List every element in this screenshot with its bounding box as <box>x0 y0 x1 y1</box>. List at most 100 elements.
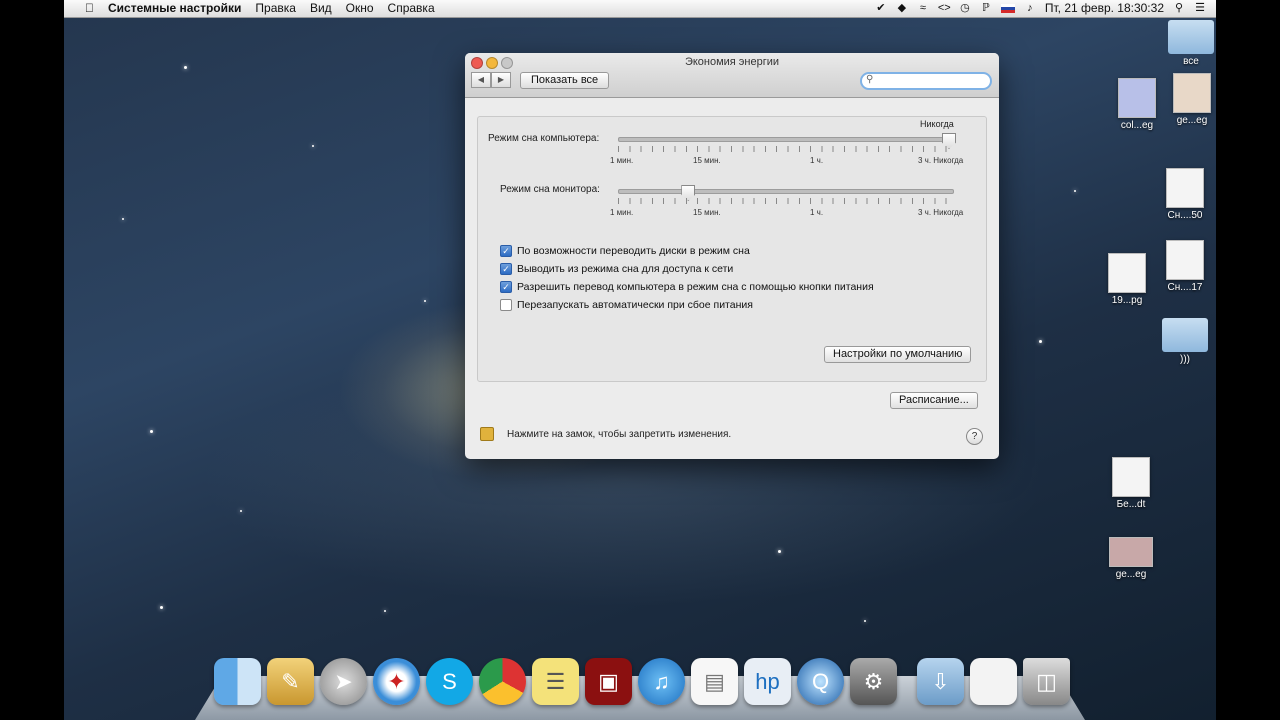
time-machine-icon[interactable]: ◷ <box>959 2 971 14</box>
star <box>160 606 163 609</box>
show-all-button[interactable]: Показать все <box>520 72 610 89</box>
settings-panel: Режим сна компьютера: Никогда 1 мин. 15 … <box>477 116 987 382</box>
bluetooth-icon[interactable]: ℙ <box>980 2 992 14</box>
chrome-icon[interactable] <box>479 658 526 705</box>
menu-help[interactable]: Справка <box>381 1 442 15</box>
checkbox-auto-restart[interactable]: Перезапускать автоматически при сбое пит… <box>500 299 753 311</box>
search-input[interactable]: ⚲ <box>860 72 992 90</box>
desktop-item-label: col...eg <box>1120 120 1154 131</box>
tick-label: 15 мин. <box>693 156 721 165</box>
desktop:  Системные настройки Правка Вид Окно Сп… <box>64 0 1216 720</box>
menu-view[interactable]: Вид <box>303 1 339 15</box>
desktop-item-label: ))) <box>1180 354 1190 365</box>
photo-booth-icon[interactable]: ▣ <box>585 658 632 705</box>
restore-defaults-button[interactable]: Настройки по умолчанию <box>824 346 972 363</box>
checkbox-power-button-sleep[interactable]: ✓ Разрешить перевод компьютера в режим с… <box>500 281 874 293</box>
wifi-icon[interactable]: ≈ <box>917 2 929 14</box>
image-thumbnail-icon <box>1173 73 1211 113</box>
star <box>312 145 314 147</box>
folder-icon <box>1168 20 1214 54</box>
checkbox-label: Выводить из режима сна для доступа к сет… <box>517 263 734 275</box>
desktop-folder[interactable]: все <box>1161 20 1216 67</box>
desktop-file[interactable]: ge...eg <box>1101 537 1161 580</box>
itunes-icon[interactable]: ♫ <box>638 658 685 705</box>
help-button[interactable]: ? <box>966 428 983 445</box>
preview-icon[interactable]: ✎ <box>267 658 314 705</box>
dropbox-icon[interactable]: ◆ <box>896 2 908 14</box>
folder-icon <box>1162 318 1208 352</box>
document-icon <box>1166 168 1204 208</box>
menu-window[interactable]: Окно <box>339 1 381 15</box>
quicktime-icon[interactable]: Q <box>797 658 844 705</box>
desktop-folder[interactable]: ))) <box>1155 318 1215 365</box>
star <box>1074 190 1076 192</box>
code-icon[interactable]: <> <box>938 2 951 14</box>
notification-center-icon[interactable]: ☰ <box>1194 2 1206 14</box>
forward-arrow-icon[interactable]: ▶ <box>491 72 511 88</box>
image-thumbnail-icon <box>1108 253 1146 293</box>
menu-edit[interactable]: Правка <box>248 1 303 15</box>
menu-app-name[interactable]: Системные настройки <box>101 1 248 15</box>
hp-printer-icon[interactable]: hp <box>744 658 791 705</box>
downloads-folder-icon[interactable]: ⇩ <box>917 658 964 705</box>
system-preferences-icon[interactable]: ⚙ <box>850 658 897 705</box>
checkbox-icon[interactable]: ✓ <box>500 245 512 257</box>
desktop-item-label: Бе...dt <box>1116 499 1146 510</box>
nav-buttons: ◀ ▶ <box>471 72 511 88</box>
star <box>240 510 242 512</box>
volume-icon[interactable]: ♪ <box>1024 2 1036 14</box>
trash-icon[interactable]: ◫ <box>1023 658 1070 705</box>
computer-sleep-slider-track[interactable] <box>618 137 954 142</box>
star <box>184 66 187 69</box>
tick-label: 1 ч. <box>810 208 824 217</box>
window-titlebar: Экономия энергии ◀ ▶ Показать все ⚲ <box>465 53 999 98</box>
desktop-file[interactable]: 19...pg <box>1097 253 1157 306</box>
spotlight-search-icon[interactable]: ⚲ <box>1173 2 1185 14</box>
skype-icon[interactable]: S <box>426 658 473 705</box>
checkbox-icon[interactable] <box>500 299 512 311</box>
star <box>424 300 426 302</box>
star <box>122 218 124 220</box>
star <box>384 610 386 612</box>
checkbox-wake-network[interactable]: ✓ Выводить из режима сна для доступа к с… <box>500 263 733 275</box>
display-sleep-ticks <box>618 198 954 204</box>
clock[interactable]: Пт, 21 февр. 18:30:32 <box>1045 1 1164 15</box>
checkbox-label: Перезапускать автоматически при сбое пит… <box>517 299 753 311</box>
search-icon: ⚲ <box>866 74 874 85</box>
desktop-file[interactable]: Сн....50 <box>1155 168 1215 221</box>
star <box>1039 340 1042 343</box>
schedule-button[interactable]: Расписание... <box>890 392 978 409</box>
computer-sleep-ticks <box>618 146 954 152</box>
launchpad-icon[interactable]: ➤ <box>320 658 367 705</box>
checkbox-label: По возможности переводить диски в режим … <box>517 245 750 257</box>
checkbox-disk-sleep[interactable]: ✓ По возможности переводить диски в режи… <box>500 245 750 257</box>
desktop-item-label: 19...pg <box>1111 295 1143 306</box>
stickies-icon[interactable]: ☰ <box>532 658 579 705</box>
desktop-file[interactable]: Сн....17 <box>1155 240 1215 293</box>
checkbox-icon[interactable]: ✓ <box>500 281 512 293</box>
image-thumbnail-icon <box>1109 537 1153 567</box>
stack-icon[interactable] <box>970 658 1017 705</box>
lock-icon[interactable] <box>480 427 494 441</box>
display-sleep-label: Режим сна монитора: <box>500 184 600 195</box>
back-arrow-icon[interactable]: ◀ <box>471 72 491 88</box>
flag-ru-icon[interactable] <box>1000 3 1015 13</box>
checkbox-icon[interactable]: ✓ <box>500 263 512 275</box>
desktop-file[interactable]: Бе...dt <box>1101 457 1161 510</box>
desktop-item-label: ge...eg <box>1115 569 1147 580</box>
star <box>778 550 781 553</box>
energy-saver-window: Экономия энергии ◀ ▶ Показать все ⚲ Режи… <box>465 53 999 459</box>
document-icon <box>1166 240 1204 280</box>
apple-menu-icon[interactable]:  <box>78 1 101 15</box>
textedit-icon[interactable]: ▤ <box>691 658 738 705</box>
desktop-file[interactable]: ge...eg <box>1162 73 1216 126</box>
tick-label: 3 ч. Никогда <box>918 208 964 217</box>
image-thumbnail-icon <box>1118 78 1156 118</box>
finder-icon[interactable] <box>214 658 261 705</box>
checkmark-status-icon[interactable]: ✔ <box>875 2 887 14</box>
display-sleep-slider-track[interactable] <box>618 189 954 194</box>
tick-label: 1 мин. <box>610 208 634 217</box>
desktop-file[interactable]: col...eg <box>1107 78 1167 131</box>
safari-icon[interactable]: ✦ <box>373 658 420 705</box>
tick-label: 3 ч. Никогда <box>918 156 964 165</box>
